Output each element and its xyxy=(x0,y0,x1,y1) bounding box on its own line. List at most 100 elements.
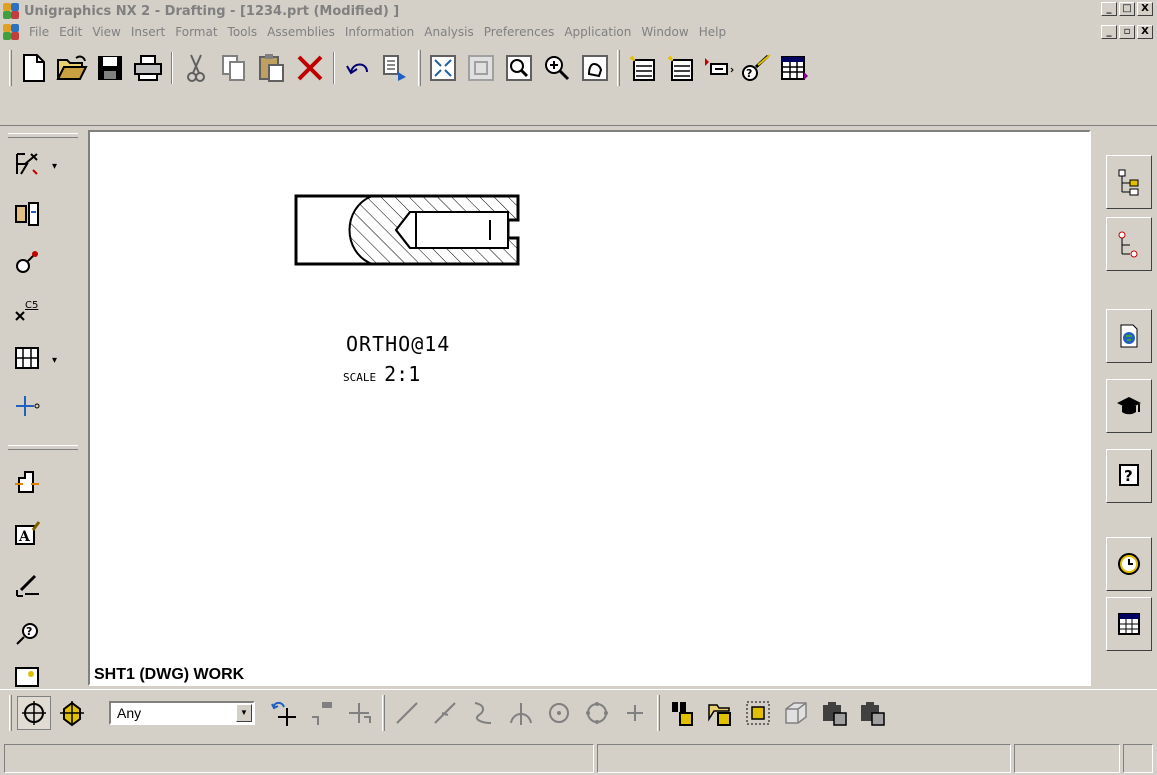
component-group-icon[interactable] xyxy=(741,696,775,730)
sheet-table-icon[interactable] xyxy=(777,50,811,86)
display-sheet-icon[interactable]: ? xyxy=(739,50,773,86)
annotation-icon[interactable]: A xyxy=(10,517,44,551)
menu-preferences[interactable]: Preferences xyxy=(479,25,560,39)
open-sheet-icon[interactable] xyxy=(663,50,697,86)
find-component-icon[interactable] xyxy=(665,696,699,730)
graphics-window[interactable]: ORTHO@14 SCALE 2:1 SHT1 (DWG) WORK xyxy=(88,130,1091,686)
title-bar: Unigraphics NX 2 - Drafting - [1234.prt … xyxy=(0,0,1157,22)
arc-center-icon[interactable] xyxy=(542,696,576,730)
open-component-icon[interactable] xyxy=(703,696,737,730)
select-all-icon[interactable] xyxy=(267,696,301,730)
toolbar-grip[interactable] xyxy=(9,695,12,731)
scale-value: 2:1 xyxy=(384,362,421,386)
control-point-icon[interactable] xyxy=(466,696,500,730)
new-sheet-icon[interactable] xyxy=(625,50,659,86)
quadrant-point-icon[interactable] xyxy=(580,696,614,730)
break-line-icon[interactable]: C5 xyxy=(10,293,44,327)
zoom-icon[interactable] xyxy=(540,50,574,86)
toolbar-grip[interactable] xyxy=(9,50,12,86)
menu-edit[interactable]: Edit xyxy=(54,25,87,39)
left-toolbar-grip[interactable] xyxy=(8,445,78,450)
menu-view[interactable]: View xyxy=(87,25,125,39)
doc-minimize-button[interactable]: _ xyxy=(1101,25,1117,39)
doc-restore-button[interactable]: ▫ xyxy=(1119,25,1135,39)
fit-icon[interactable] xyxy=(426,50,460,86)
feature-select-icon[interactable] xyxy=(55,696,89,730)
utility-symbol-icon[interactable] xyxy=(10,465,44,499)
menu-information[interactable]: Information xyxy=(340,25,419,39)
save-icon[interactable] xyxy=(93,50,127,86)
snap-point-icon[interactable] xyxy=(343,696,377,730)
menu-insert[interactable]: Insert xyxy=(126,25,170,39)
component-faceted-icon[interactable] xyxy=(779,696,813,730)
menu-analysis[interactable]: Analysis xyxy=(419,25,478,39)
info-icon[interactable]: ? xyxy=(10,617,44,651)
svg-text:?: ? xyxy=(1124,467,1133,485)
zoom-in-window-icon[interactable] xyxy=(464,50,498,86)
svg-text:A: A xyxy=(18,529,31,545)
menu-assemblies[interactable]: Assemblies xyxy=(262,25,340,39)
menu-window[interactable]: Window xyxy=(636,25,693,39)
quick-pick-icon[interactable] xyxy=(305,696,339,730)
part-navigator-icon[interactable] xyxy=(1106,217,1152,271)
status-message-pane xyxy=(597,744,1011,773)
zoom-region-icon[interactable] xyxy=(502,50,536,86)
delete-icon[interactable] xyxy=(293,50,327,86)
maximize-button[interactable]: □ xyxy=(1119,2,1135,16)
size-grip[interactable] xyxy=(1123,744,1153,773)
component-paste-icon[interactable] xyxy=(855,696,889,730)
menu-application[interactable]: Application xyxy=(559,25,636,39)
open-icon[interactable] xyxy=(55,50,89,86)
section-line-icon[interactable] xyxy=(10,147,44,181)
selection-filter-value: Any xyxy=(117,705,142,721)
component-copy-icon[interactable] xyxy=(817,696,851,730)
status-info-pane xyxy=(1014,744,1120,773)
image-icon[interactable] xyxy=(10,657,44,691)
help-icon[interactable]: ? xyxy=(1106,449,1152,503)
projected-view-icon[interactable] xyxy=(10,341,44,375)
detail-view-icon[interactable] xyxy=(10,245,44,279)
view-scale: SCALE 2:1 xyxy=(343,362,420,386)
doc-close-button[interactable]: X xyxy=(1137,25,1153,39)
projected-view-dropdown-icon[interactable]: ▾ xyxy=(52,355,57,366)
general-select-icon[interactable] xyxy=(17,696,51,730)
part-section-view[interactable] xyxy=(90,132,1091,686)
menu-file[interactable]: File xyxy=(24,25,54,39)
sheet-status-label: SHT1 (DWG) WORK xyxy=(94,666,245,683)
intersection-point-icon[interactable] xyxy=(504,696,538,730)
edit-sheet-icon[interactable] xyxy=(701,50,735,86)
toolbar-grip[interactable] xyxy=(617,50,620,86)
left-toolbar-grip[interactable] xyxy=(8,133,78,138)
assembly-navigator-icon[interactable] xyxy=(1106,155,1152,209)
document-logo-icon[interactable] xyxy=(2,23,20,41)
print-icon[interactable] xyxy=(131,50,165,86)
redo-list-icon[interactable] xyxy=(379,50,413,86)
menu-help[interactable]: Help xyxy=(694,25,731,39)
toolbar-grip[interactable] xyxy=(382,695,385,731)
chevron-down-icon[interactable]: ▼ xyxy=(236,704,252,722)
menu-tools[interactable]: Tools xyxy=(223,25,263,39)
leader-icon[interactable] xyxy=(10,569,44,603)
cut-icon[interactable] xyxy=(179,50,213,86)
toolbar-grip[interactable] xyxy=(418,50,421,86)
centerline-icon[interactable] xyxy=(10,389,44,423)
end-point-icon[interactable] xyxy=(390,696,424,730)
training-icon[interactable] xyxy=(1106,379,1152,433)
new-icon[interactable] xyxy=(17,50,51,86)
history-icon[interactable] xyxy=(1106,537,1152,591)
base-view-icon[interactable] xyxy=(10,197,44,231)
copy-icon[interactable] xyxy=(217,50,251,86)
system-materials-icon[interactable] xyxy=(1106,597,1152,651)
minimize-button[interactable]: _ xyxy=(1101,2,1117,16)
mid-point-icon[interactable] xyxy=(428,696,462,730)
pan-icon[interactable] xyxy=(578,50,612,86)
section-line-dropdown-icon[interactable]: ▾ xyxy=(52,161,57,172)
undo-icon[interactable] xyxy=(341,50,375,86)
paste-icon[interactable] xyxy=(255,50,289,86)
close-button[interactable]: X xyxy=(1137,2,1153,16)
selection-filter-dropdown[interactable]: Any ▼ xyxy=(109,701,255,725)
menu-format[interactable]: Format xyxy=(170,25,222,39)
existing-point-icon[interactable] xyxy=(618,696,652,730)
toolbar-grip[interactable] xyxy=(657,695,660,731)
web-browser-icon[interactable] xyxy=(1106,309,1152,363)
